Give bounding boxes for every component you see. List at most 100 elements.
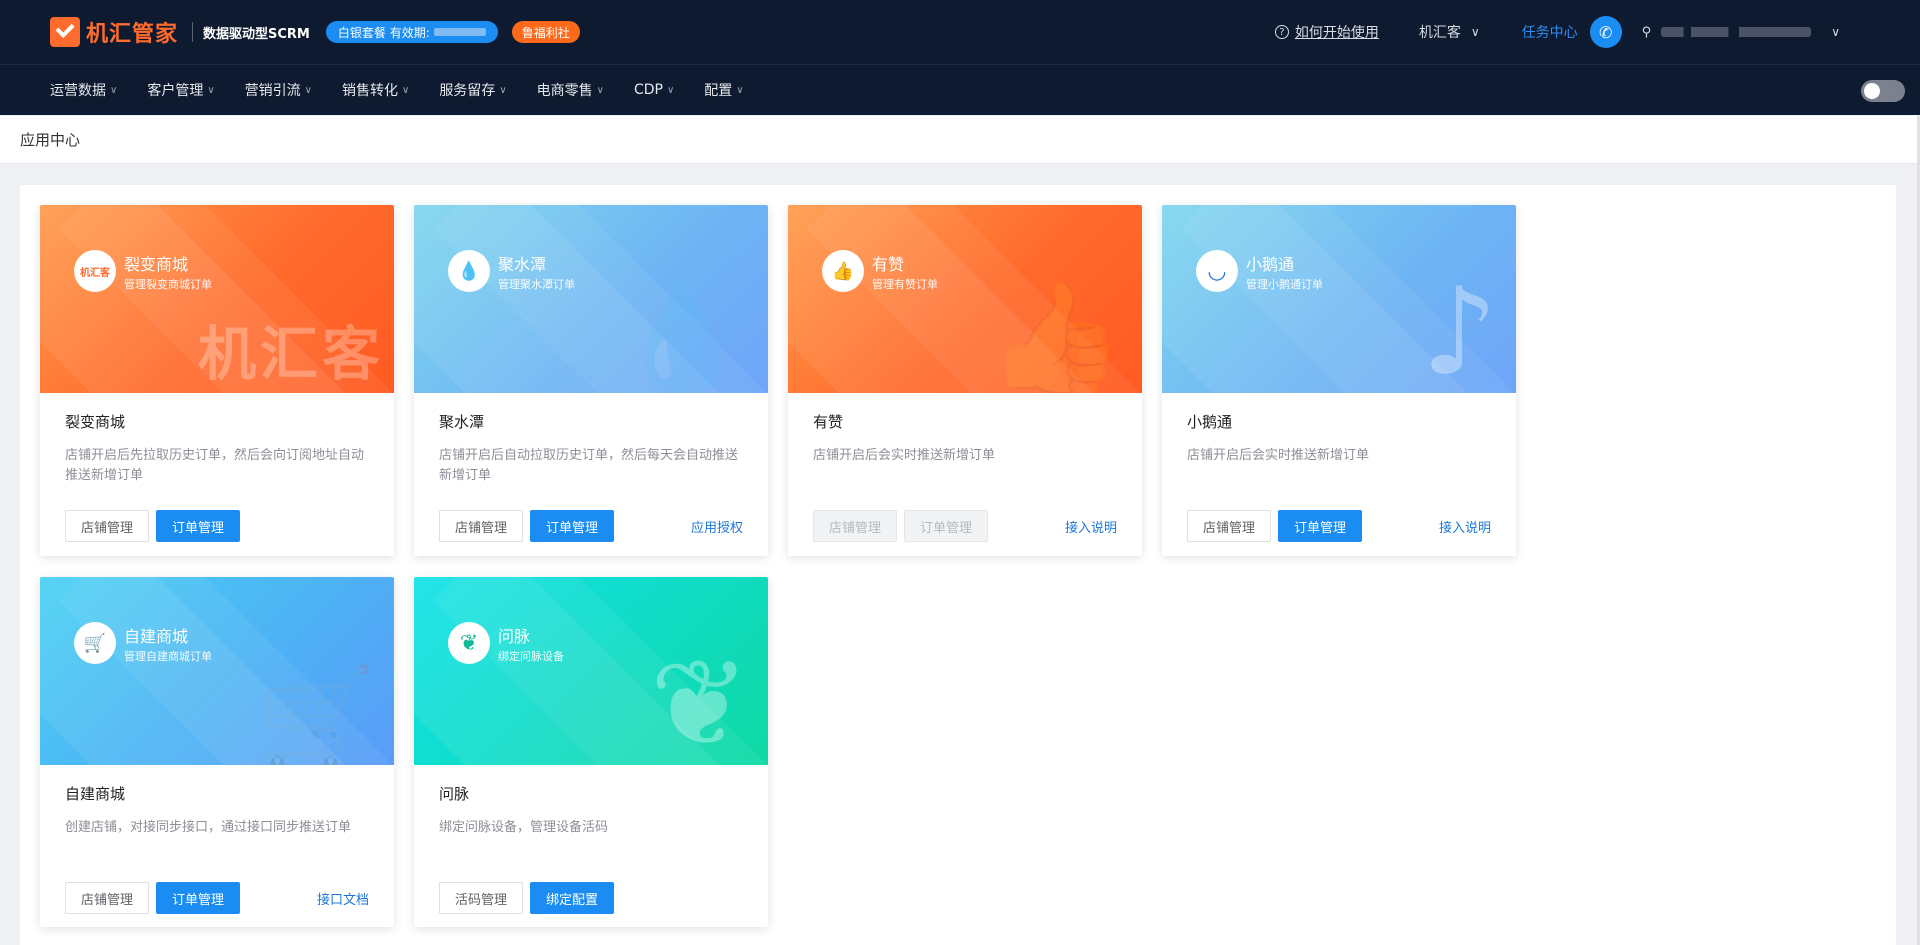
leaf-decoration-icon: ❦ (649, 635, 750, 765)
app-card-xiaoetong: ◡ 小鹅通 管理小鹅通订单 ♪ 小鹅通 店铺开启后会实时推送新增订单 店铺管理 … (1162, 205, 1516, 556)
nav-item-label: 电商零售 (536, 83, 593, 99)
chevron-down-icon: ∨ (1470, 25, 1480, 39)
chevron-down-icon: ∨ (596, 84, 604, 96)
welfare-badge-label: 鲁福利社 (521, 25, 570, 40)
thumbs-up-decoration-icon: 👍 (987, 274, 1124, 393)
chevron-down-icon: ∨ (1831, 25, 1840, 39)
shopping-cart-icon: 🛒 (74, 622, 116, 664)
chevron-down-icon: ∨ (666, 84, 675, 96)
water-drop-decoration-icon: 💧 (613, 274, 750, 393)
nav-item-label: CDP (633, 82, 663, 98)
chevron-down-icon: ∨ (736, 84, 744, 96)
app-center-panel: 机汇客 裂变商城 管理裂变商城订单 机汇客 裂变商城 店铺开启后先拉取历史订单，… (20, 185, 1896, 945)
banner-subtitle: 绑定问脉设备 (498, 650, 564, 663)
banner-title: 聚水潭 (498, 255, 547, 274)
shopping-cart-decoration-icon: 🛒 (256, 661, 376, 765)
nav-item-cdp[interactable]: CDP ∨ (634, 82, 674, 98)
card-actions: 店铺管理 订单管理 接入说明 (1187, 510, 1491, 542)
live-code-management-button[interactable]: 活码管理 (439, 882, 524, 914)
header-right: ? 如何开始使用 机汇客 ∨ 任务中心 ✆ ⚲ ∨ (1274, 0, 1920, 64)
store-management-button[interactable]: 店铺管理 (439, 510, 524, 542)
order-management-button[interactable]: 订单管理 (1278, 510, 1363, 542)
banner-title: 有赞 (872, 255, 905, 274)
user-menu[interactable]: ⚲ ∨ (1642, 25, 1840, 40)
banner-title: 自建商城 (124, 627, 189, 646)
store-management-button[interactable]: 店铺管理 (65, 510, 150, 542)
nav-item-label: 服务留存 (439, 83, 496, 99)
nav-item-marketing[interactable]: 营销引流 ∨ (245, 80, 312, 100)
card-actions: 店铺管理 订单管理 接入说明 (813, 510, 1117, 542)
banner-watermark: 机汇客 (197, 320, 384, 388)
water-drop-icon: 💧 (448, 250, 490, 292)
card-banner: 机汇客 裂变商城 管理裂变商城订单 机汇客 (40, 205, 394, 393)
app-authorization-link[interactable]: 应用授权 (691, 517, 743, 536)
store-management-button[interactable]: 店铺管理 (813, 510, 898, 542)
nav-item-config[interactable]: 配置 ∨ (704, 80, 743, 100)
chevron-down-icon: ∨ (207, 84, 215, 96)
theme-toggle[interactable] (1861, 80, 1905, 102)
order-management-button[interactable]: 订单管理 (156, 882, 241, 914)
app-card-youzan: 👍 有赞 管理有赞订单 👍 有赞 店铺开启后会实时推送新增订单 店铺管理 订单管… (788, 205, 1142, 556)
order-management-button[interactable]: 订单管理 (530, 510, 615, 542)
logo[interactable]: 机汇管家 数据驱动型SCRM (50, 16, 310, 48)
nav-item-ecommerce-retail[interactable]: 电商零售 ∨ (537, 80, 604, 100)
thumbs-up-icon: 👍 (822, 250, 864, 292)
nav-item-label: 销售转化 (341, 83, 398, 99)
card-description: 店铺开启后先拉取历史订单，然后会向订阅地址自动推送新增订单 (65, 448, 365, 483)
card-title: 裂变商城 (65, 413, 126, 431)
goose-decoration-icon: ♪ (1421, 263, 1498, 393)
brand-selector-label: 机汇客 (1418, 25, 1461, 41)
card-banner: 🛒 自建商城 管理自建商城订单 🛒 (40, 577, 394, 765)
api-docs-link[interactable]: 接口文档 (317, 889, 369, 908)
card-description: 店铺开启后会实时推送新增订单 (1187, 448, 1370, 463)
integration-guide-link[interactable]: 接入说明 (1439, 517, 1491, 536)
card-actions: 活码管理 绑定配置 (439, 882, 743, 914)
card-title: 小鹅通 (1187, 413, 1233, 431)
chevron-down-icon: ∨ (499, 84, 507, 96)
main-nav: 运营数据 ∨ 客户管理 ∨ 营销引流 ∨ 销售转化 ∨ 服务留存 ∨ 电商零售 ∨ CDP ∨… (0, 64, 1920, 115)
top-header: 机汇管家 数据驱动型SCRM 白银套餐 有效期: 鲁福利社 ? 如何开始使用 机… (0, 0, 1920, 64)
logo-tagline: 数据驱动型SCRM (203, 26, 310, 42)
logo-check-icon (50, 17, 80, 47)
card-banner: 👍 有赞 管理有赞订单 👍 (788, 205, 1142, 393)
app-card-self-built-mall: 🛒 自建商城 管理自建商城订单 🛒 自建商城 创建店铺，对接同步接口，通过接口同… (40, 577, 394, 927)
brand-selector[interactable]: 机汇客 ∨ (1419, 22, 1480, 42)
card-actions: 店铺管理 订单管理 (65, 510, 369, 542)
order-management-button[interactable]: 订单管理 (904, 510, 989, 542)
user-icon: ⚲ (1641, 24, 1652, 40)
integration-guide-link[interactable]: 接入说明 (1065, 517, 1117, 536)
plan-expiry-masked (433, 28, 486, 36)
nav-item-label: 客户管理 (147, 83, 204, 99)
phone-button[interactable]: ✆ (1589, 16, 1622, 48)
nav-item-operations-data[interactable]: 运营数据 ∨ (50, 80, 117, 100)
help-link-label: 如何开始使用 (1294, 25, 1379, 41)
app-card-jushuitan: 💧 聚水潭 管理聚水潭订单 💧 聚水潭 店铺开启后自动拉取历史订单，然后每天会自… (414, 205, 768, 556)
jihuike-logo-icon: 机汇客 (74, 250, 116, 292)
order-management-button[interactable]: 订单管理 (156, 510, 241, 542)
welfare-badge[interactable]: 鲁福利社 (511, 21, 580, 43)
card-title: 问脉 (439, 785, 470, 803)
nav-item-label: 配置 (704, 83, 733, 99)
banner-subtitle: 管理有赞订单 (872, 278, 938, 291)
card-banner: ❦ 问脉 绑定问脉设备 ❦ (414, 577, 768, 765)
page-title: 应用中心 (20, 131, 81, 149)
help-link[interactable]: ? 如何开始使用 (1274, 22, 1379, 42)
plan-badge-label: 白银套餐 有效期: (337, 25, 430, 40)
binding-config-button[interactable]: 绑定配置 (530, 882, 615, 914)
store-management-button[interactable]: 店铺管理 (1187, 510, 1272, 542)
nav-item-customer-management[interactable]: 客户管理 ∨ (147, 80, 214, 100)
store-management-button[interactable]: 店铺管理 (65, 882, 150, 914)
card-description: 创建店铺，对接同步接口，通过接口同步推送订单 (65, 820, 352, 835)
nav-item-service-retention[interactable]: 服务留存 ∨ (439, 80, 506, 100)
username-masked (1661, 27, 1812, 37)
goose-icon: ◡ (1196, 250, 1238, 292)
card-banner: 💧 聚水潭 管理聚水潭订单 💧 (414, 205, 768, 393)
phone-icon: ✆ (1598, 22, 1613, 42)
card-actions: 店铺管理 订单管理 接口文档 (65, 882, 369, 914)
task-center-link[interactable]: 任务中心 (1522, 22, 1578, 42)
chevron-down-icon: ∨ (110, 84, 118, 96)
card-description: 店铺开启后自动拉取历史订单，然后每天会自动推送新增订单 (439, 448, 739, 483)
nav-item-sales-conversion[interactable]: 销售转化 ∨ (342, 80, 409, 100)
plan-badge[interactable]: 白银套餐 有效期: (325, 21, 498, 43)
question-circle-icon: ? (1274, 25, 1289, 39)
